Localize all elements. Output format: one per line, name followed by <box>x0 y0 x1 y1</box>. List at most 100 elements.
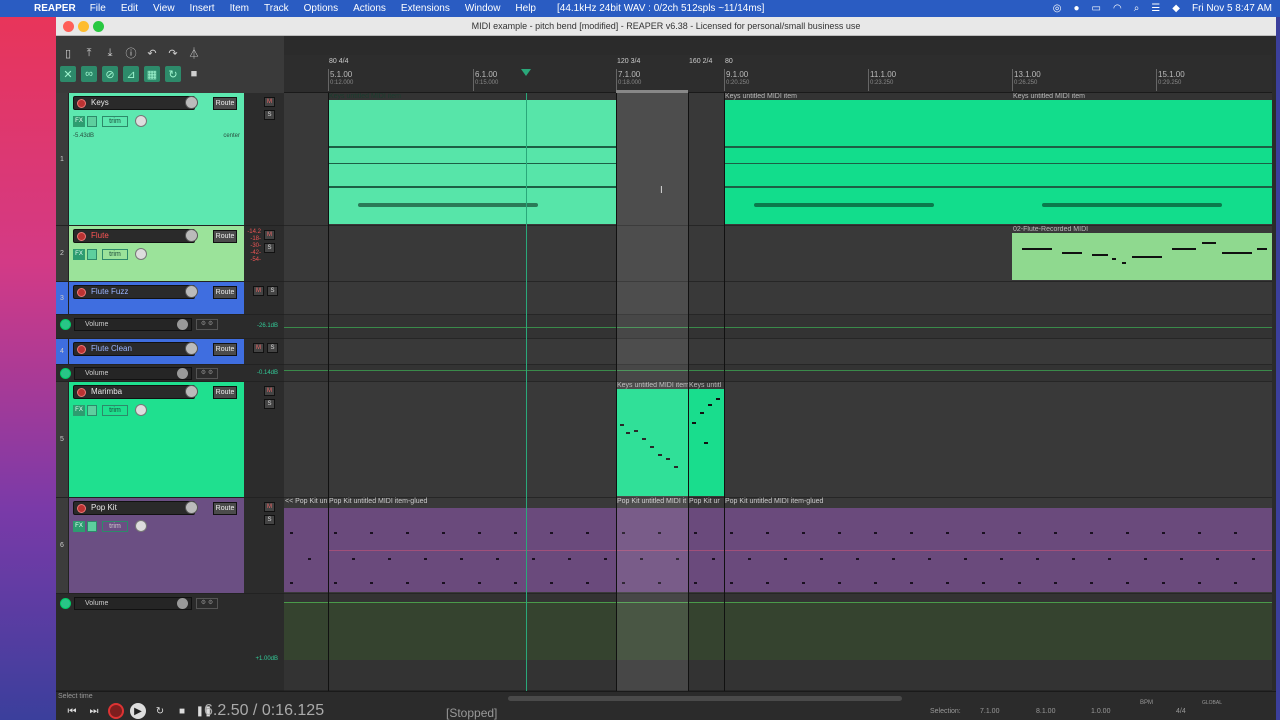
route-button[interactable]: Route <box>213 286 237 299</box>
loop-icon[interactable]: ↻ <box>165 66 181 82</box>
track-panel[interactable]: Marimba Route FX trim <box>69 382 244 497</box>
envelope-name[interactable]: Volume <box>74 367 192 380</box>
envelope-bypass-icon[interactable] <box>60 368 71 379</box>
mute-button[interactable]: M <box>253 343 264 353</box>
mute-button[interactable]: M <box>264 386 275 396</box>
snap-grid-icon[interactable]: ▦ <box>144 66 160 82</box>
envelope-settings-icon[interactable]: ⚙ ⚙ <box>196 319 218 330</box>
track-keys[interactable]: 1 Keys Route FX trim -5.43dB center M S <box>56 93 284 226</box>
menu-app-name[interactable]: REAPER <box>34 3 76 14</box>
fx-bypass-button[interactable] <box>87 521 97 532</box>
envelope-name[interactable]: Volume <box>74 318 192 331</box>
track-panel[interactable]: Flute Fuzz Route <box>69 282 244 314</box>
selection-length[interactable]: 1.0.00 <box>1091 708 1110 715</box>
selection-start[interactable]: 7.1.00 <box>980 708 999 715</box>
pan-knob[interactable] <box>135 115 147 127</box>
track-panel[interactable]: Keys Route FX trim -5.43dB center <box>69 93 244 225</box>
track-name[interactable]: Flute Clean <box>73 342 195 356</box>
lock-icon[interactable]: ■ <box>186 66 202 82</box>
fx-bypass-button[interactable] <box>87 249 97 260</box>
auto-crossfade-icon[interactable]: ⊘ <box>102 66 118 82</box>
fx-button[interactable]: FX <box>73 116 85 127</box>
menu-file[interactable]: File <box>90 3 106 14</box>
volume-envelope-lane[interactable]: Volume ⚙ ⚙ -26.1dB <box>56 315 284 339</box>
trim-button[interactable]: trim <box>102 405 128 416</box>
undo-icon[interactable]: ↶ <box>144 45 160 61</box>
window-titlebar[interactable]: MIDI example - pitch bend [modified] - R… <box>56 17 1276 36</box>
midi-item[interactable] <box>328 508 616 592</box>
midi-item[interactable]: 02-Flute-Recorded MIDI <box>1012 226 1272 280</box>
envelope-knob[interactable] <box>177 368 188 379</box>
record-arm-icon[interactable] <box>77 288 86 297</box>
tempo-marker[interactable]: 120 3/4 <box>617 58 640 65</box>
global-label[interactable]: GLOBAL <box>1202 700 1222 706</box>
play-cursor-marker-icon[interactable] <box>521 69 531 76</box>
midi-item[interactable]: << Pop Kit un <box>284 508 328 592</box>
solo-button[interactable]: S <box>264 515 275 525</box>
solo-button[interactable]: S <box>267 343 278 353</box>
mute-button[interactable]: M <box>253 286 264 296</box>
fx-button[interactable]: FX <box>73 249 85 260</box>
menu-view[interactable]: View <box>153 3 175 14</box>
new-project-icon[interactable]: ▯ <box>60 45 76 61</box>
open-project-icon[interactable]: ⤒ <box>81 45 97 61</box>
solo-button[interactable]: S <box>264 243 275 253</box>
fx-bypass-button[interactable] <box>87 116 97 127</box>
volume-knob[interactable] <box>185 342 198 355</box>
volume-envelope-lane[interactable]: Volume ⚙ ⚙ +1.00dB <box>56 594 284 691</box>
midi-item[interactable]: Keys untitl <box>688 382 724 496</box>
volume-knob[interactable] <box>185 385 198 398</box>
midi-item[interactable] <box>688 508 724 592</box>
trim-button[interactable]: trim <box>102 521 128 532</box>
menu-track[interactable]: Track <box>264 3 289 14</box>
route-button[interactable]: Route <box>213 230 237 243</box>
minimize-window-button[interactable] <box>78 21 89 32</box>
pan-knob[interactable] <box>135 404 147 416</box>
track-flute-fuzz[interactable]: 3 Flute Fuzz Route M S <box>56 282 284 315</box>
track-name[interactable]: Pop Kit <box>73 501 195 515</box>
repeat-icon[interactable]: ↻ <box>152 703 168 719</box>
solo-button[interactable]: S <box>267 286 278 296</box>
envelope-line[interactable] <box>284 370 1272 371</box>
envelope-knob[interactable] <box>177 598 188 609</box>
save-project-icon[interactable]: ⤓ <box>102 45 118 61</box>
track-name[interactable]: Keys <box>73 96 195 110</box>
track-pop-kit[interactable]: 6 Pop Kit Route FX trim M S <box>56 498 284 594</box>
go-to-start-icon[interactable]: ⏮ <box>64 703 80 719</box>
track-panel[interactable]: Flute Route FX trim <box>69 226 244 281</box>
envelope-name[interactable]: Volume <box>74 597 192 610</box>
zoom-window-button[interactable] <box>93 21 104 32</box>
record-arm-icon[interactable] <box>77 388 86 397</box>
item-grouping-icon[interactable]: ∞ <box>81 66 97 82</box>
volume-knob[interactable] <box>185 285 198 298</box>
menu-item[interactable]: Item <box>230 3 249 14</box>
route-button[interactable]: Route <box>213 386 237 399</box>
volume-knob[interactable] <box>185 96 198 109</box>
record-arm-icon[interactable] <box>77 232 86 241</box>
menu-extensions[interactable]: Extensions <box>401 3 450 14</box>
screen-record-icon[interactable]: ◎ <box>1053 3 1062 14</box>
envelope-line[interactable] <box>284 327 1272 328</box>
track-panel[interactable]: Flute Clean Route <box>69 339 244 364</box>
envelope-bypass-icon[interactable] <box>60 598 71 609</box>
time-selection[interactable] <box>616 93 688 691</box>
menu-window[interactable]: Window <box>465 3 501 14</box>
volume-envelope-lane[interactable]: Volume ⚙ ⚙ -0.14dB <box>56 365 284 382</box>
record-arm-icon[interactable] <box>77 99 86 108</box>
play-button[interactable]: ▶ <box>130 703 146 719</box>
envelope-lock-icon[interactable]: ⊿ <box>123 66 139 82</box>
midi-item[interactable] <box>724 508 1272 592</box>
solo-button[interactable]: S <box>264 399 275 409</box>
control-center-icon[interactable]: ☰ <box>1151 3 1160 14</box>
stop-button[interactable]: ■ <box>174 703 190 719</box>
envelope-settings-icon[interactable]: ⚙ ⚙ <box>196 368 218 379</box>
time-signature[interactable]: 4/4 <box>1176 708 1186 715</box>
search-icon[interactable]: ⌕ <box>1134 3 1140 14</box>
menu-clock[interactable]: Fri Nov 5 8:47 AM <box>1192 3 1272 14</box>
record-button[interactable] <box>108 703 124 719</box>
time-display[interactable]: 6.2.50 / 0:16.125 <box>204 702 324 720</box>
selection-end[interactable]: 8.1.00 <box>1036 708 1055 715</box>
horizontal-scrollbar[interactable] <box>508 696 902 701</box>
record-arm-icon[interactable] <box>77 345 86 354</box>
go-to-end-icon[interactable]: ⏭ <box>86 703 102 719</box>
